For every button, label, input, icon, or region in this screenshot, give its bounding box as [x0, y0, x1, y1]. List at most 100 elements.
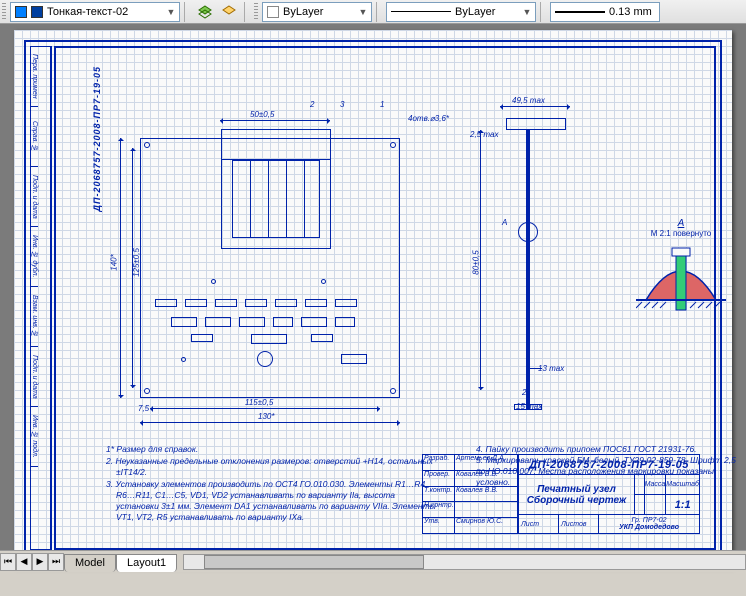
layer-dropdown[interactable]: Тонкая-текст-02 ▼: [10, 2, 180, 22]
dim-text: 49,5 max: [512, 96, 545, 105]
side-pin: [530, 368, 542, 369]
mounting-hole-icon: [144, 388, 150, 394]
tb-role: Разраб.: [423, 455, 455, 470]
title-block-scale: Масса Масштаб1:1: [635, 475, 699, 514]
frame-slot: Подп. и дата: [31, 347, 38, 407]
detail-callout-circle: [518, 222, 538, 242]
title-block: Разраб.Артемьев Д.А. Провер.Ковалев В.В.…: [422, 454, 700, 534]
layer-name: Тонкая-текст-02: [47, 6, 161, 18]
callout: 2: [310, 100, 314, 109]
frame-slot: Инв. № подл.: [31, 407, 38, 467]
title-block-bottom: Лист Листов Гр. ПР7-02 УКП Домодедово: [519, 515, 699, 533]
component: [305, 299, 327, 307]
tb-name: Артемьев Д.А.: [455, 455, 518, 470]
frame-slot: Подп. и дата: [31, 167, 38, 227]
tb-org: Гр. ПР7-02 УКП Домодедово: [599, 515, 699, 533]
color-dropdown[interactable]: ByLayer ▼: [262, 2, 372, 22]
lineweight-sample: [555, 11, 605, 13]
tab-label: Model: [75, 557, 105, 569]
drawing-workspace: Перв. примен Справ. № Подп. и дата Инв. …: [0, 24, 746, 572]
component: [311, 334, 333, 342]
component: [335, 317, 355, 327]
drawing-paper[interactable]: Перв. примен Справ. № Подп. и дата Инв. …: [14, 30, 732, 566]
main-view: 3 2 1 4отв.⌀3,6* 50±0,5: [140, 108, 440, 418]
mounting-hole-icon: [144, 142, 150, 148]
dim-text: 140*: [110, 254, 119, 270]
component: [245, 299, 267, 307]
horizontal-scrollbar[interactable]: [183, 554, 746, 570]
title-block-signatures: Разраб.Артемьев Д.А. Провер.Ковалев В.В.…: [423, 455, 519, 533]
tb-role: Провер.: [423, 471, 455, 486]
properties-toolbar: Тонкая-текст-02 ▼ ByLayer ▼ ByLayer ▼ 0.…: [0, 0, 746, 24]
dim-text: 2,5 max: [470, 130, 498, 139]
toolbar-grip[interactable]: [254, 3, 258, 21]
component: [301, 317, 327, 327]
frame-slot: Справ. №: [31, 107, 38, 167]
tb-name: [455, 502, 518, 517]
frame-left-column: Перв. примен Справ. № Подп. и дата Инв. …: [30, 46, 52, 550]
detail-subtitle: М 2:1 повернуто: [626, 229, 736, 238]
dim-holes: 4отв.⌀3,6*: [408, 114, 449, 123]
component: [239, 317, 265, 327]
lineweight-dropdown[interactable]: 0.13 mm: [550, 2, 660, 22]
chevron-down-icon: ▼: [357, 4, 369, 20]
linetype-dropdown[interactable]: ByLayer ▼: [386, 2, 536, 22]
drawing-title: Печатный узел Сборочный чертеж: [519, 475, 635, 514]
dim-text: 80±0,5: [472, 250, 481, 274]
frame-slot: Инв. № дубл.: [31, 227, 38, 287]
linetype-sample: [391, 11, 451, 12]
component-housing: [221, 129, 331, 249]
frame-slot: Перв. примен: [31, 47, 38, 107]
tb-role: Т.контр.: [423, 487, 455, 502]
component-round: [257, 351, 273, 367]
tab-first-button[interactable]: ⏮: [0, 553, 16, 571]
tab-next-button[interactable]: ▶: [32, 553, 48, 571]
tab-last-button[interactable]: ⏭: [48, 553, 64, 571]
tab-model[interactable]: Model: [64, 554, 116, 572]
dim-line: [220, 120, 330, 121]
section-label: A: [502, 218, 507, 227]
tab-layout1[interactable]: Layout1: [116, 554, 177, 572]
dim-text: 115±0,5: [245, 398, 273, 407]
frame-outer: Перв. примен Справ. № Подп. и дата Инв. …: [24, 40, 722, 556]
dim-line: [500, 106, 570, 107]
dim-text: 130*: [258, 412, 274, 421]
component: [335, 299, 357, 307]
dim-text: 125±0,5: [132, 248, 141, 277]
detail-title: A: [626, 218, 736, 229]
detail-drawing-icon: [636, 242, 726, 326]
pcb-outline: [140, 138, 400, 398]
tab-label: Layout1: [127, 557, 166, 569]
tb-name: Ковалев В.В.: [455, 487, 518, 502]
tab-prev-button[interactable]: ◀: [16, 553, 32, 571]
via-icon: [181, 357, 186, 362]
layout-tabbar: ⏮ ◀ ▶ ⏭ Model Layout1: [0, 550, 746, 572]
tb-name: Ковалев В.В.: [455, 471, 518, 486]
detail-view: A М 2:1 повернуто: [626, 218, 736, 348]
layer-manager-button[interactable]: [194, 2, 216, 22]
component: [215, 299, 237, 307]
note-item: 1* Размер для справок.: [106, 444, 436, 455]
note-item: 3. Установку элементов производить по ОС…: [106, 479, 436, 523]
tb-role: Утв.: [423, 518, 455, 533]
dim-line: [120, 138, 121, 398]
component: [185, 299, 207, 307]
via-icon: [321, 279, 326, 284]
dim-text: 7,5: [138, 404, 149, 413]
notes-left: 1* Размер для справок. 2. Неуказанные пр…: [106, 444, 436, 524]
drawing-number: ДП-2068757-2008-ПР7-19-05: [519, 455, 699, 475]
mounting-hole-icon: [390, 388, 396, 394]
color-label: ByLayer: [283, 6, 353, 18]
component: [341, 354, 367, 364]
dim-text: 2*: [522, 388, 530, 397]
drawing-number-vertical: ДП-2068757-2008-ПР7-19-05: [92, 66, 102, 212]
component: [205, 317, 231, 327]
chevron-down-icon: ▼: [521, 4, 533, 20]
frame-inner: ДП-2068757-2008-ПР7-19-05 3 2 1 4отв.⌀3,…: [54, 46, 716, 550]
toolbar-grip[interactable]: [2, 3, 6, 21]
layer-previous-button[interactable]: [218, 2, 240, 22]
via-icon: [211, 279, 216, 284]
scrollbar-thumb[interactable]: [204, 555, 424, 569]
title-block-main: ДП-2068757-2008-ПР7-19-05 Печатный узел …: [519, 455, 699, 533]
tb-sheet: Лист: [519, 515, 559, 533]
